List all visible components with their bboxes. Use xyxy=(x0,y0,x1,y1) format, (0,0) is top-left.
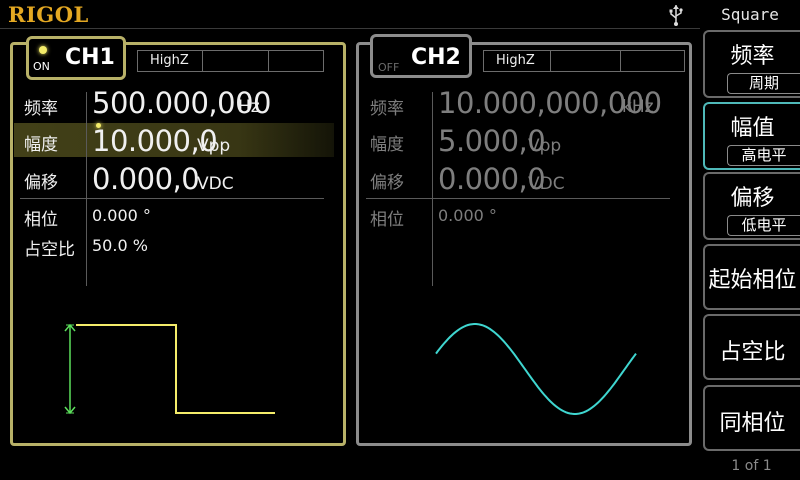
ch1-duty-value[interactable]: 50.0 % xyxy=(92,236,148,255)
ch2-tab[interactable]: OFF CH2 xyxy=(370,34,472,78)
brand-logo: RIGOL xyxy=(8,2,89,27)
ch1-freq-unit: Hz xyxy=(238,97,260,117)
ch2-amp-unit: Vpp xyxy=(528,136,562,156)
ch2-offset-unit: VDC xyxy=(528,174,565,194)
softkey-align-phase-label: 同相位 xyxy=(719,411,786,436)
softkey-duty[interactable]: 占空比 xyxy=(703,314,800,380)
ch1-waveform-preview xyxy=(64,323,275,415)
ch2-impedance: HighZ xyxy=(496,53,535,68)
ch2-separator xyxy=(366,198,670,199)
ch2-impedance-bar[interactable]: HighZ xyxy=(483,50,685,72)
ch2-amp-label: 幅度 xyxy=(370,135,404,155)
softkey-high-level-toggle[interactable]: 高电平 xyxy=(727,145,800,166)
softkey-period-toggle[interactable]: 周期 xyxy=(727,73,800,94)
softkey-low-level-toggle[interactable]: 低电平 xyxy=(727,215,800,236)
ch1-tab[interactable]: ON CH1 xyxy=(26,36,126,80)
ch1-offset-value[interactable]: 0.000,0 xyxy=(92,162,200,196)
softkey-offset-label: 偏移 xyxy=(730,186,775,211)
ch1-divider xyxy=(86,92,87,286)
ch1-offset-label: 偏移 xyxy=(24,173,58,193)
ch1-phase-value[interactable]: 0.000 ° xyxy=(92,206,151,225)
ch1-impedance: HighZ xyxy=(150,53,189,68)
header-divider xyxy=(0,28,700,29)
ch1-separator xyxy=(20,198,324,199)
ch1-phase-label: 相位 xyxy=(24,210,58,230)
ch1-state-label: ON xyxy=(33,60,50,73)
ch2-divider xyxy=(432,92,433,286)
ch2-offset-label: 偏移 xyxy=(370,173,404,193)
ch1-impedance-bar[interactable]: HighZ xyxy=(137,50,324,72)
ch1-output-led-icon xyxy=(39,46,47,54)
softkey-start-phase-label: 起始相位 xyxy=(708,268,797,293)
ch2-freq-unit: kHz xyxy=(622,97,654,117)
ch2-state-label: OFF xyxy=(378,61,400,74)
ch1-amp-label: 幅度 xyxy=(24,135,58,155)
softkey-duty-label: 占空比 xyxy=(719,340,786,365)
ch2-name: CH2 xyxy=(411,45,461,70)
ch1-freq-label: 频率 xyxy=(24,99,58,119)
ch2-freq-label: 频率 xyxy=(370,99,404,119)
softkey-page-indicator: 1 of 1 xyxy=(731,458,772,474)
ch1-offset-unit: VDC xyxy=(197,174,234,194)
softkey-amplitude-label: 幅值 xyxy=(730,116,775,141)
ch2-waveform-preview xyxy=(435,323,637,415)
ch2-phase-value[interactable]: 0.000 ° xyxy=(438,206,497,225)
ch1-duty-label: 占空比 xyxy=(24,240,75,260)
softkey-frequency-label: 频率 xyxy=(730,44,775,69)
softkey-align-phase[interactable]: 同相位 xyxy=(703,385,800,451)
ch1-name: CH1 xyxy=(65,45,115,70)
softkey-start-phase[interactable]: 起始相位 xyxy=(703,244,800,310)
usb-icon xyxy=(669,5,683,26)
ch2-phase-label: 相位 xyxy=(370,210,404,230)
ch1-amp-unit: Vpp xyxy=(197,136,231,156)
waveform-type-title: Square xyxy=(721,5,779,24)
